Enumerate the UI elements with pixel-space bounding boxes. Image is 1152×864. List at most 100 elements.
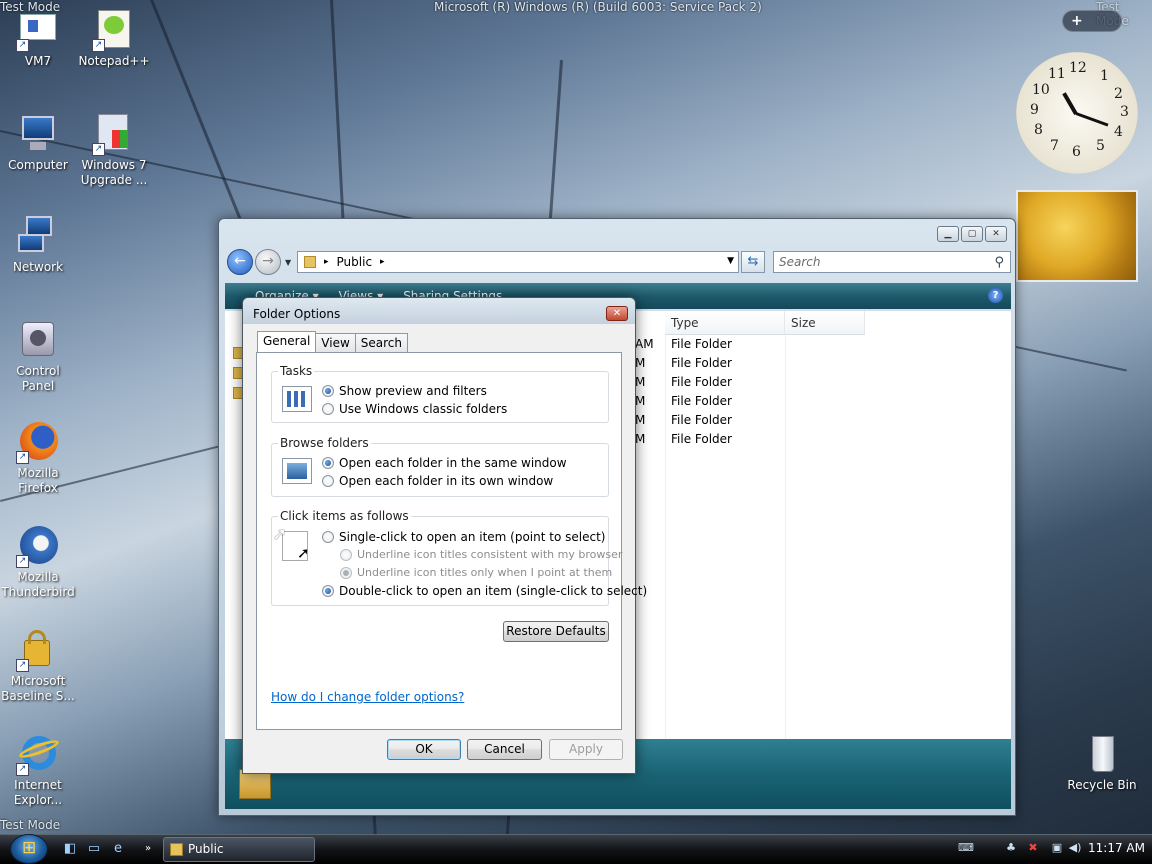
desktop-icon-label: Network — [12, 260, 64, 274]
radio-single-click[interactable]: Single-click to open an item (point to s… — [322, 530, 605, 544]
radio-label: Open each folder in the same window — [339, 456, 567, 470]
desktop-icon-label: Mozilla Firefox — [17, 466, 59, 495]
table-cell-type[interactable]: File Folder — [671, 392, 732, 411]
slideshow-gadget[interactable] — [1016, 190, 1138, 282]
table-cell-type[interactable]: File Folder — [671, 335, 732, 354]
mouse-cursor-icon: ➚ — [272, 524, 288, 545]
taskbar-clock[interactable]: 11:17 AM — [1088, 841, 1145, 855]
table-cell-type[interactable]: File Folder — [671, 373, 732, 392]
desktop-icon-label: Internet Explor... — [13, 778, 63, 807]
table-cell-type[interactable]: File Folder — [671, 430, 732, 449]
search-icon[interactable]: ⚲ — [994, 253, 1004, 273]
clock-number: 6 — [1072, 144, 1081, 160]
desktop-icon-label: Recycle Bin — [1067, 778, 1137, 792]
maximize-icon[interactable]: ▢ — [961, 226, 983, 242]
table-cell-type[interactable]: File Folder — [671, 411, 732, 430]
desktop-icon-firefox[interactable]: ↗ Mozilla Firefox — [0, 420, 76, 496]
taskbar-item-label: Public — [188, 842, 224, 856]
radio-label: Show preview and filters — [339, 384, 487, 398]
column-header-size[interactable]: Size — [785, 311, 865, 335]
refresh-button[interactable]: ⇆ — [741, 251, 765, 273]
radio-underline-point: Underline icon titles only when I point … — [340, 566, 612, 579]
desktop-icon-recycle-bin[interactable]: Recycle Bin — [1064, 732, 1140, 793]
sidebar-gadget-bar[interactable]: + — [1062, 10, 1122, 32]
preview-pane-icon — [282, 386, 312, 412]
clock-number: 11 — [1048, 66, 1066, 82]
clock-number: 4 — [1114, 124, 1123, 140]
help-icon[interactable]: ? — [988, 288, 1003, 303]
tab-view[interactable]: View — [315, 333, 356, 352]
firefox-icon: ↗ — [16, 420, 60, 464]
taskbar-item-public[interactable]: Public — [163, 837, 315, 862]
help-link[interactable]: How do I change folder options? — [271, 690, 464, 704]
desktop-icon-label: VM7 — [24, 54, 52, 68]
add-gadget-icon[interactable]: + — [1071, 13, 1083, 29]
back-button[interactable]: ← — [227, 249, 253, 275]
desktop-icon-computer[interactable]: Computer — [0, 112, 76, 173]
tab-search[interactable]: Search — [354, 333, 409, 352]
close-icon[interactable]: ✕ — [606, 306, 628, 321]
address-bar[interactable]: ▸ Public ▸ ▼ — [297, 251, 739, 273]
desktop-icon-notepadpp[interactable]: ↗ Notepad++ — [76, 8, 152, 69]
table-cell-date: M — [635, 394, 646, 408]
radio-selected-icon[interactable] — [322, 457, 334, 469]
radio-classic-folders[interactable]: Use Windows classic folders — [322, 402, 507, 416]
cancel-button[interactable]: Cancel — [467, 739, 542, 760]
keyboard-icon[interactable]: ⌨ — [958, 841, 974, 855]
desktop-icon-windows7-upgrade[interactable]: ↗ Windows 7 Upgrade ... — [76, 112, 152, 188]
clock-number: 7 — [1050, 138, 1059, 154]
dialog-title: Folder Options — [243, 298, 635, 324]
clock-minute-hand — [1075, 112, 1109, 127]
switch-windows-icon[interactable]: ▭ — [86, 841, 102, 857]
baseline-analyzer-icon: ↗ — [16, 628, 60, 672]
radio-same-window[interactable]: Open each folder in the same window — [322, 456, 567, 470]
table-cell-type[interactable]: File Folder — [671, 354, 732, 373]
search-placeholder: Search — [779, 255, 821, 269]
desktop-icon-baseline-analyzer[interactable]: ↗ Microsoft Baseline S... — [0, 628, 76, 704]
search-input[interactable]: Search ⚲ — [773, 251, 1011, 273]
apply-button[interactable]: Apply — [549, 739, 623, 760]
radio-icon[interactable] — [322, 403, 334, 415]
ok-button[interactable]: OK — [387, 739, 461, 760]
tab-general[interactable]: General — [257, 331, 317, 352]
radio-icon[interactable] — [322, 531, 334, 543]
close-icon[interactable]: ✕ — [985, 226, 1007, 242]
radio-selected-icon[interactable] — [322, 585, 334, 597]
internet-explorer-icon[interactable]: e — [110, 841, 126, 857]
quick-launch-overflow-icon[interactable]: » — [140, 841, 156, 857]
show-desktop-icon[interactable]: ◧ — [62, 841, 78, 857]
minimize-icon[interactable]: ▁ — [937, 226, 959, 242]
recycle-bin-icon — [1080, 732, 1124, 776]
build-info-text: Microsoft (R) Windows (R) (Build 6003: S… — [434, 0, 762, 14]
radio-selected-icon[interactable] — [322, 385, 334, 397]
radio-icon[interactable] — [322, 475, 334, 487]
volume-icon[interactable]: ◀) — [1068, 841, 1082, 855]
clock-gadget[interactable]: 12 1 2 3 4 5 6 7 8 9 10 11 — [1016, 52, 1138, 174]
address-dropdown-icon[interactable]: ▼ — [727, 256, 734, 266]
desktop-icon-network[interactable]: Network — [0, 214, 76, 275]
radio-double-click[interactable]: Double-click to open an item (single-cli… — [322, 584, 647, 598]
radio-own-window[interactable]: Open each folder in its own window — [322, 474, 553, 488]
tray-app-icon[interactable]: ♣ — [1004, 841, 1018, 855]
desktop-icon-control-panel[interactable]: Control Panel — [0, 318, 76, 394]
clock-number: 9 — [1030, 102, 1039, 118]
start-button[interactable] — [10, 834, 48, 864]
desktop-icon-vm7[interactable]: ↗ VM7 — [0, 8, 76, 69]
folder-options-dialog[interactable]: Folder Options ✕ General View Search Tas… — [242, 297, 647, 774]
clock-number: 1 — [1100, 68, 1109, 84]
desktop-icon-thunderbird[interactable]: ↗ Mozilla Thunderbird — [0, 524, 76, 600]
desktop-icon-internet-explorer[interactable]: ↗ Internet Explor... — [0, 732, 76, 808]
restore-defaults-button[interactable]: Restore Defaults — [503, 621, 609, 642]
radio-show-preview[interactable]: Show preview and filters — [322, 384, 487, 398]
breadcrumb-public[interactable]: Public — [337, 255, 373, 269]
radio-label: Single-click to open an item (point to s… — [339, 530, 606, 544]
column-header-type[interactable]: Type — [665, 311, 785, 335]
forward-button[interactable]: → — [255, 249, 281, 275]
windows-upgrade-icon: ↗ — [92, 112, 136, 156]
network-tray-icon[interactable]: ▣ — [1050, 841, 1064, 855]
table-cell-date: AM — [635, 337, 654, 351]
security-alert-icon[interactable]: ✖ — [1026, 841, 1040, 855]
click-items-group: Click items as follows ➚ Single-click to… — [271, 509, 647, 606]
radio-label: Underline icon titles consistent with my… — [357, 548, 623, 561]
recent-pages-dropdown-icon[interactable]: ▼ — [285, 258, 291, 267]
